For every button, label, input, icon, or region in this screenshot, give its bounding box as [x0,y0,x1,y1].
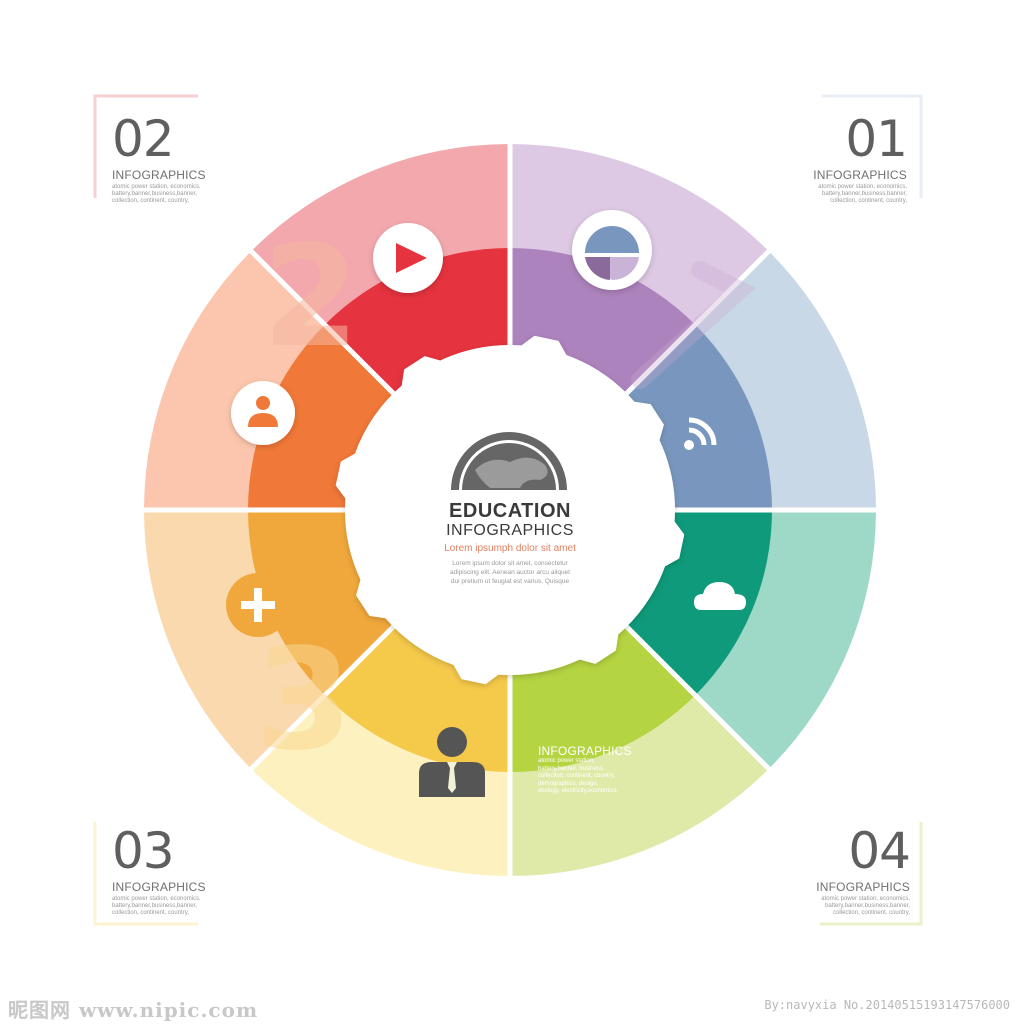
corner-number: 01 [845,110,908,168]
corner-desc-line: battery,banner,business,banner, [112,903,197,909]
corner-desc-line: battery,banner,business,banner, [825,903,910,909]
green-desc-line: ecology, electricity,economics, [538,788,619,794]
green-desc-line: battery,banner, business, [538,765,605,772]
pie-chart-icon [572,210,652,290]
corner-number: 04 [848,822,911,880]
user-icon [231,381,295,445]
watermark-right: By:navyxia No.20140515193147576000 [764,998,1010,1012]
plus-icon [226,573,290,637]
green-segment-text: INFOGRAPHICS atomic power station, batte… [538,744,658,796]
green-desc-line: collection, continent, country, [538,773,615,779]
center-desc-line: adipiscing elit. Aenean auctor arcu aliq… [450,569,570,576]
corner-label: INFOGRAPHICS [112,168,206,182]
green-segment-title: INFOGRAPHICS [538,744,632,758]
corner-desc: atomic power station, economics, battery… [112,184,222,205]
center-text-block: EDUCATION INFOGRAPHICS Lorem ipsumph dol… [410,500,610,586]
corner-number: 03 [112,822,175,880]
decor-number-3: 3 [255,619,352,782]
green-desc-line: atomic power station, [538,758,595,764]
green-segment-desc: atomic power station, battery,banner, bu… [538,758,658,796]
watermark-left: 昵图网 www.nipic.com [8,998,259,1022]
corner-04: 04 INFOGRAPHICS atomic power station, ec… [800,822,911,917]
corner-01: 01 INFOGRAPHICS atomic power station, ec… [797,110,908,205]
center-tagline: Lorem ipsumph dolor sit amet [444,543,576,554]
corner-desc-line: atomic power station, economics, [818,184,907,190]
corner-02: 02 INFOGRAPHICS atomic power station, ec… [112,114,222,205]
decor-number-2: 2 [262,216,359,379]
corner-label: INFOGRAPHICS [816,880,910,894]
center-title: EDUCATION [449,500,571,522]
corner-desc: atomic power station, economics, battery… [800,896,910,917]
corner-label: INFOGRAPHICS [112,880,206,894]
corner-number: 02 [112,110,175,168]
corner-desc-line: atomic power station, economics, [112,896,201,902]
corner-desc-line: collection, continent, country, [830,198,907,204]
corner-desc: atomic power station, economics, battery… [112,896,222,917]
center-subtitle: INFOGRAPHICS [446,522,574,539]
corner-desc-line: battery,banner,business,banner, [112,191,197,197]
center-desc-line: dui pretium ut feugiat est varius. Quisq… [450,578,570,585]
green-desc-line: demographics, design, [538,780,599,787]
corner-desc-line: atomic power station, economics, [112,184,201,190]
corner-desc: atomic power station, economics, battery… [797,184,907,205]
corner-desc-line: collection, continent, country, [112,910,189,916]
corner-label: INFOGRAPHICS [813,168,907,182]
corner-desc-line: atomic power station, economics, [821,896,910,902]
corner-03: 03 INFOGRAPHICS atomic power station, ec… [112,826,222,917]
center-desc-line: Lorem ipsum dolor sit amet, consectetur [452,560,568,567]
corner-desc-line: collection, continent, country, [833,910,910,916]
corner-desc-line: battery,banner,business,banner, [822,191,907,197]
corner-desc-line: collection, continent, country, [112,198,189,204]
center-desc: Lorem ipsum dolor sit amet, consectetur … [410,559,610,586]
play-icon [373,223,443,293]
